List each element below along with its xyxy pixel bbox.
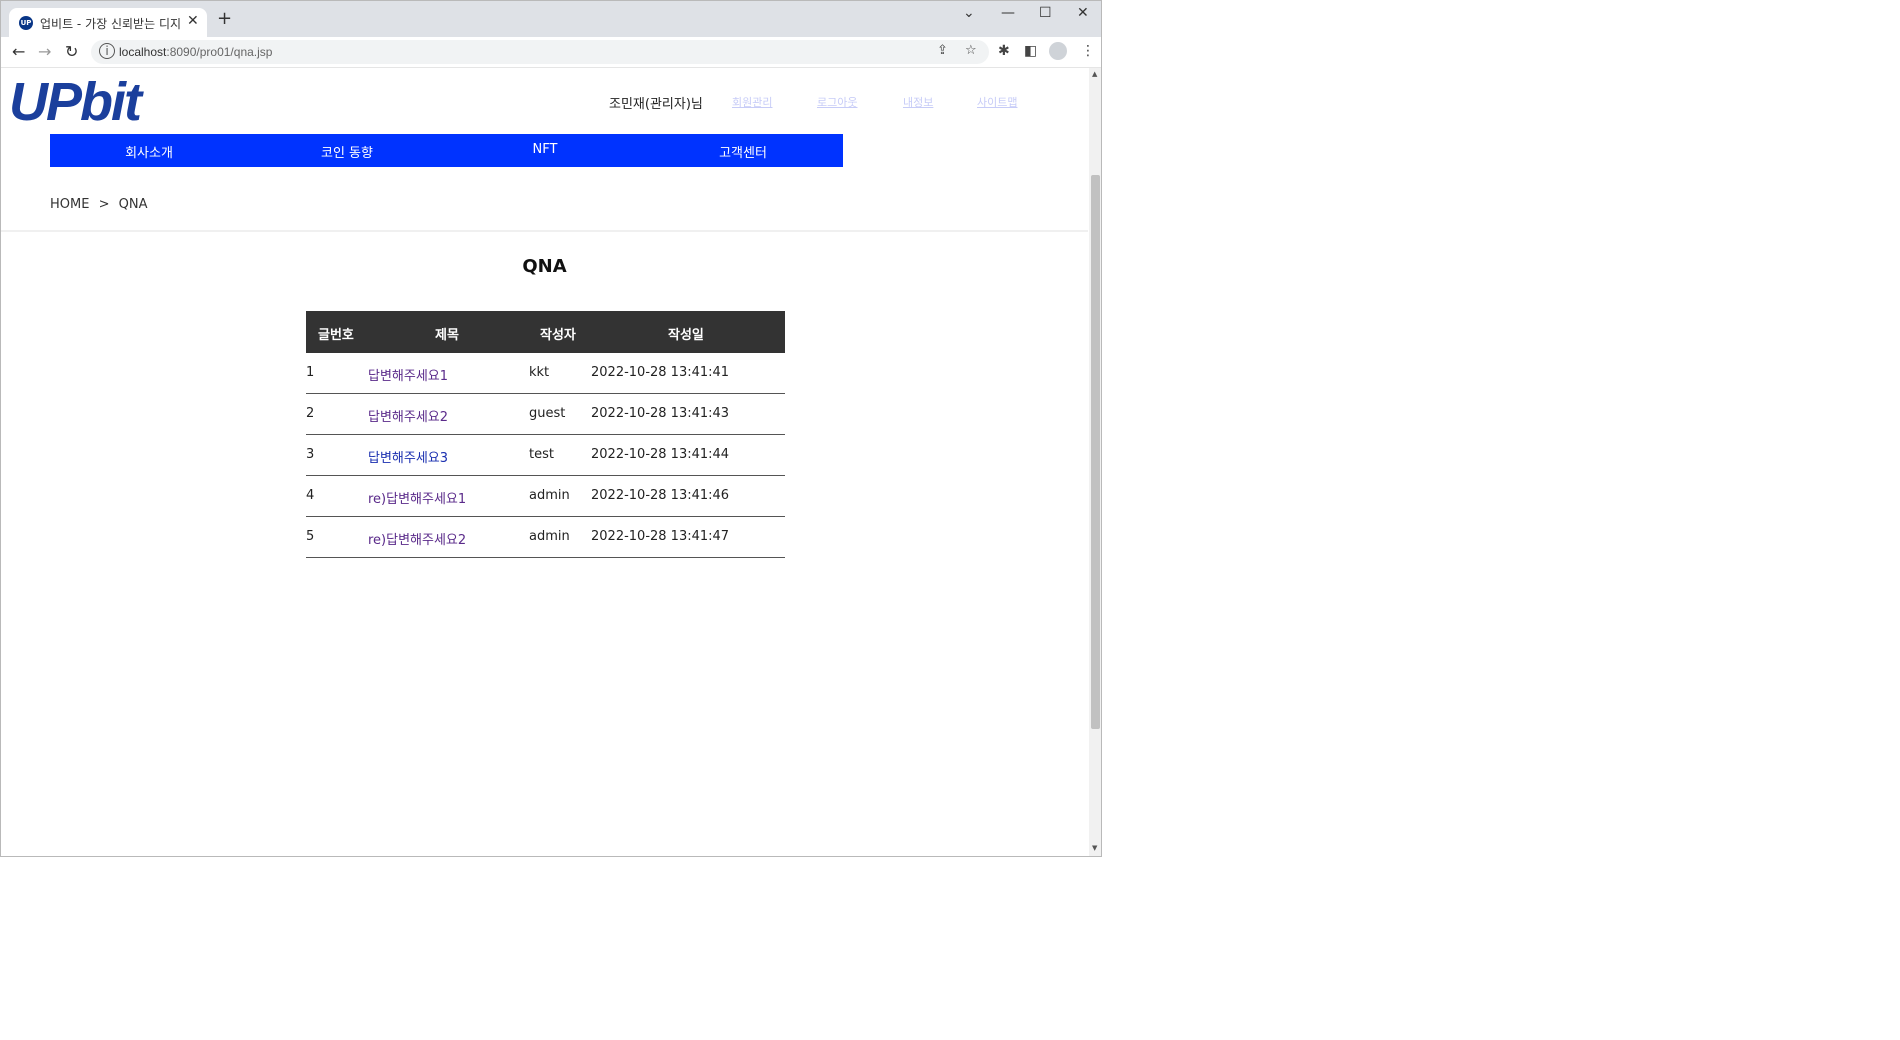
- browser-toolbar: ← → ↻ i localhost:8090/pro01/qna.jsp ⇪ ☆…: [1, 37, 1101, 68]
- nav-item-company[interactable]: 회사소개: [50, 142, 248, 161]
- my-info-link[interactable]: 내정보: [903, 94, 933, 110]
- logout-link[interactable]: 로그아웃: [817, 94, 857, 110]
- header-author: 작성자: [540, 328, 576, 343]
- side-panel-icon[interactable]: ◧: [1024, 43, 1037, 59]
- vertical-scrollbar[interactable]: ▲ ▼: [1089, 68, 1101, 856]
- row-author: admin: [529, 488, 570, 503]
- scroll-down-arrow-icon[interactable]: ▼: [1092, 844, 1097, 852]
- divider: [1, 230, 1088, 232]
- page-title: QNA: [522, 256, 567, 277]
- table-row: 3 답변해주세요3 test 2022-10-28 13:41:44: [306, 435, 785, 476]
- maximize-icon[interactable]: ☐: [1039, 5, 1052, 21]
- row-no: 5: [306, 529, 315, 544]
- row-date: 2022-10-28 13:41:44: [591, 447, 730, 462]
- extensions-puzzle-icon[interactable]: ✱: [998, 43, 1010, 59]
- upbit-logo[interactable]: UPbit: [9, 74, 142, 130]
- breadcrumb-current: QNA: [118, 197, 148, 212]
- browser-window: UP 업비트 - 가장 신뢰받는 디지털 ✕ + ⌄ — ☐ ✕ ← → ↻ i…: [0, 0, 1102, 857]
- tab-strip: UP 업비트 - 가장 신뢰받는 디지털 ✕ + ⌄ — ☐ ✕: [1, 1, 1101, 37]
- url-host: localhost: [119, 45, 167, 59]
- row-no: 4: [306, 488, 315, 503]
- row-author: admin: [529, 529, 570, 544]
- member-management-link[interactable]: 회원관리: [732, 94, 772, 110]
- close-window-icon[interactable]: ✕: [1077, 5, 1089, 21]
- nav-item-customer-center[interactable]: 고객센터: [644, 142, 842, 161]
- table-row: 1 답변해주세요1 kkt 2022-10-28 13:41:41: [306, 353, 785, 394]
- header-date: 작성일: [668, 328, 704, 343]
- breadcrumb-separator: >: [98, 197, 110, 212]
- site-info-icon[interactable]: i: [99, 43, 115, 59]
- close-tab-icon[interactable]: ✕: [187, 13, 199, 29]
- back-icon[interactable]: ←: [12, 42, 25, 61]
- row-date: 2022-10-28 13:41:43: [591, 406, 730, 421]
- row-title-link[interactable]: 답변해주세요3: [368, 447, 448, 466]
- user-greeting: 조민재(관리자)님: [609, 97, 703, 112]
- table-row: 4 re)답변해주세요1 admin 2022-10-28 13:41:46: [306, 476, 785, 517]
- scrollbar-thumb[interactable]: [1091, 175, 1100, 729]
- bookmark-star-icon[interactable]: ☆: [965, 43, 977, 58]
- tab-title: 업비트 - 가장 신뢰받는 디지털: [40, 17, 180, 31]
- table-row: 5 re)답변해주세요2 admin 2022-10-28 13:41:47: [306, 517, 785, 558]
- row-date: 2022-10-28 13:41:41: [591, 365, 730, 380]
- menu-kebab-icon[interactable]: ⋮: [1081, 43, 1095, 59]
- new-tab-icon[interactable]: +: [217, 10, 232, 28]
- row-author: kkt: [529, 365, 550, 380]
- qna-table: 글번호 제목 작성자 작성일 1 답변해주세요1 kkt 2022-10-28 …: [306, 311, 785, 558]
- row-no: 1: [306, 365, 315, 380]
- row-title-link[interactable]: 답변해주세요1: [368, 365, 448, 384]
- row-date: 2022-10-28 13:41:47: [591, 529, 730, 544]
- reload-icon[interactable]: ↻: [65, 42, 78, 61]
- row-title-link[interactable]: re)답변해주세요1: [368, 488, 466, 507]
- row-no: 3: [306, 447, 315, 462]
- main-nav: 회사소개 코인 동향 NFT 고객센터: [50, 134, 843, 167]
- upbit-favicon-icon: UP: [19, 16, 33, 30]
- browser-tab[interactable]: UP 업비트 - 가장 신뢰받는 디지털 ✕: [9, 8, 207, 37]
- scroll-up-arrow-icon[interactable]: ▲: [1092, 70, 1097, 78]
- breadcrumb-home[interactable]: HOME: [50, 197, 89, 212]
- row-title-link[interactable]: 답변해주세요2: [368, 406, 448, 425]
- row-date: 2022-10-28 13:41:46: [591, 488, 730, 503]
- table-header: 글번호 제목 작성자 작성일: [306, 311, 785, 353]
- address-bar[interactable]: i localhost:8090/pro01/qna.jsp ⇪ ☆: [91, 40, 989, 64]
- row-author: test: [529, 447, 554, 462]
- sitemap-link[interactable]: 사이트맵: [977, 94, 1017, 110]
- table-row: 2 답변해주세요2 guest 2022-10-28 13:41:43: [306, 394, 785, 435]
- forward-icon[interactable]: →: [38, 42, 51, 61]
- minimize-icon[interactable]: —: [1001, 5, 1015, 21]
- nav-item-coin-trend[interactable]: 코인 동향: [248, 142, 446, 161]
- header-no: 글번호: [318, 328, 354, 343]
- profile-avatar-icon[interactable]: [1049, 42, 1067, 60]
- share-icon[interactable]: ⇪: [937, 43, 948, 58]
- tab-search-chevron-icon[interactable]: ⌄: [963, 5, 975, 21]
- row-no: 2: [306, 406, 315, 421]
- url-path: :8090/pro01/qna.jsp: [166, 45, 273, 59]
- nav-item-nft[interactable]: NFT: [446, 142, 644, 157]
- row-author: guest: [529, 406, 566, 421]
- header-title: 제목: [435, 328, 459, 343]
- row-title-link[interactable]: re)답변해주세요2: [368, 529, 466, 548]
- page-viewport: UPbit 조민재(관리자)님 회원관리 로그아웃 내정보 사이트맵 회사소개 …: [1, 68, 1088, 856]
- url-text[interactable]: localhost:8090/pro01/qna.jsp: [119, 45, 272, 59]
- breadcrumb: HOME > QNA: [50, 197, 148, 212]
